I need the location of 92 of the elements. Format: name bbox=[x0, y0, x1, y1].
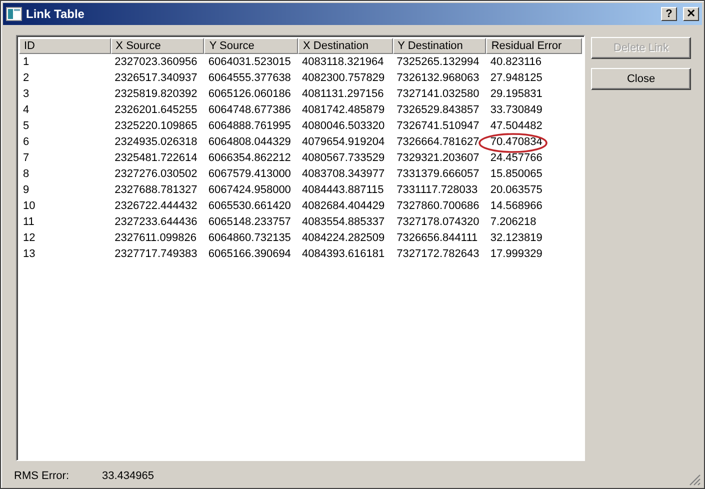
table-cell: 4084224.282509 bbox=[302, 232, 385, 244]
table-cell: 7331379.666057 bbox=[396, 168, 480, 180]
table-cell: 11 bbox=[23, 216, 34, 228]
table-cell: 1 bbox=[23, 56, 30, 68]
table-cell: 4083554.885337 bbox=[302, 216, 385, 228]
table-cell: 6067579.413000 bbox=[208, 168, 291, 180]
table-cell: 6065166.390694 bbox=[208, 248, 291, 260]
table-cell: 7329321.203607 bbox=[396, 152, 480, 164]
table-cell: 7327172.782643 bbox=[396, 248, 480, 260]
column-header[interactable]: Y Source bbox=[204, 38, 298, 54]
table-cell: 4081131.297156 bbox=[302, 88, 384, 100]
rms-error-label: RMS Error: bbox=[14, 470, 70, 482]
table-cell: 13 bbox=[23, 248, 36, 260]
table-cell: 6065148.233757 bbox=[208, 216, 291, 228]
table-cell: 6064888.761995 bbox=[208, 120, 291, 132]
table-cell: 7327860.700686 bbox=[396, 200, 480, 212]
table-cell: 47.504482 bbox=[490, 120, 542, 132]
table-cell: 32.123819 bbox=[490, 232, 542, 244]
table-cell: 4084393.616181 bbox=[302, 248, 385, 260]
table-cell: 7.206218 bbox=[490, 216, 536, 228]
table-cell: 14.568966 bbox=[490, 200, 542, 212]
column-header[interactable]: X Destination bbox=[298, 38, 393, 54]
table-cell: 7326656.844111 bbox=[396, 232, 478, 244]
table-cell: 6065530.661420 bbox=[208, 200, 291, 212]
table-cell: 7327178.074320 bbox=[396, 216, 480, 228]
table-cell: 2326201.645255 bbox=[114, 104, 198, 116]
table-cell: 4083708.343977 bbox=[302, 168, 385, 180]
close-button[interactable]: ✕ bbox=[683, 7, 699, 21]
table-cell: 7326741.510947 bbox=[396, 120, 480, 132]
table-cell: 2327276.030502 bbox=[114, 168, 198, 180]
table-cell: 2325481.722614 bbox=[114, 152, 198, 164]
table-cell: 4079654.919204 bbox=[302, 136, 385, 148]
column-header[interactable]: Residual Error bbox=[486, 38, 582, 54]
table-cell: 6064808.044329 bbox=[208, 136, 291, 148]
table-cell: 7 bbox=[23, 152, 30, 164]
table-cell: 7325265.132994 bbox=[396, 56, 480, 68]
table-cell: 4081742.485879 bbox=[302, 104, 385, 116]
window-title: Link Table bbox=[26, 7, 84, 21]
column-header[interactable]: ID bbox=[19, 38, 111, 54]
table-cell: 40.823116 bbox=[490, 56, 542, 68]
table-cell: 24.457766 bbox=[490, 152, 542, 164]
window-icon bbox=[6, 7, 22, 21]
table-cell: 9 bbox=[23, 184, 30, 196]
column-header[interactable]: Y Destination bbox=[392, 38, 486, 54]
table-cell: 4083118.321964 bbox=[302, 56, 384, 68]
table-cell: 2327023.360956 bbox=[114, 56, 198, 68]
table-cell: 27.948125 bbox=[490, 72, 542, 84]
table-cell: 33.730849 bbox=[490, 104, 542, 116]
table-cell: 7331117.728033 bbox=[396, 184, 478, 196]
table-cell: 4080567.733529 bbox=[302, 152, 385, 164]
table-cell: 6 bbox=[23, 136, 30, 148]
table-cell: 6064555.377638 bbox=[208, 72, 291, 84]
table-cell: 12 bbox=[23, 232, 36, 244]
table-cell: 7326529.843857 bbox=[396, 104, 480, 116]
table-cell: 29.195831 bbox=[490, 88, 542, 100]
table-cell: 2326722.444432 bbox=[114, 200, 198, 212]
help-button[interactable]: ? bbox=[661, 7, 677, 21]
table-cell: 2326517.340937 bbox=[114, 72, 198, 84]
table-cell: 7326664.781627 bbox=[396, 136, 480, 148]
table-cell: 2324935.026318 bbox=[114, 136, 198, 148]
table-cell: 6064748.677386 bbox=[208, 104, 291, 116]
table-cell: 7326132.968063 bbox=[396, 72, 480, 84]
table-cell: 4080046.503320 bbox=[302, 120, 385, 132]
table-cell: 4084443.887115 bbox=[302, 184, 384, 196]
resize-grip-icon bbox=[689, 474, 701, 486]
table-cell: 20.063575 bbox=[490, 184, 542, 196]
table-cell: 15.850065 bbox=[490, 168, 542, 180]
table-cell: 4082300.757829 bbox=[302, 72, 385, 84]
column-header[interactable]: X Source bbox=[110, 38, 204, 54]
table-cell: 6064860.732135 bbox=[208, 232, 291, 244]
table-cell: 8 bbox=[23, 168, 30, 180]
table-cell: 2327611.099826 bbox=[114, 232, 196, 244]
table-cell: 6064031.523015 bbox=[208, 56, 291, 68]
table-cell: 7327141.032580 bbox=[396, 88, 480, 100]
table-cell: 70.470834 bbox=[490, 136, 542, 148]
table-cell: 2327233.644436 bbox=[114, 216, 198, 228]
dialog-button[interactable]: Close bbox=[591, 68, 691, 90]
table-cell: 6065126.060186 bbox=[208, 88, 291, 100]
table-cell: 2327717.749383 bbox=[114, 248, 198, 260]
table-cell: 2325819.820392 bbox=[114, 88, 198, 100]
table-cell: 2327688.781327 bbox=[114, 184, 198, 196]
table-cell: 2325220.109865 bbox=[114, 120, 198, 132]
table-cell: 5 bbox=[23, 120, 30, 132]
rms-error-value: 33.434965 bbox=[102, 470, 154, 482]
table-cell: 6066354.862212 bbox=[208, 152, 291, 164]
table-cell: 2 bbox=[23, 72, 30, 84]
table-cell: 6067424.958000 bbox=[208, 184, 291, 196]
table-cell: 10 bbox=[23, 200, 36, 212]
table-cell: 17.999329 bbox=[490, 248, 542, 260]
table-cell: 3 bbox=[23, 88, 30, 100]
table-cell: 4 bbox=[23, 104, 30, 116]
table-cell: 4082684.404429 bbox=[302, 200, 385, 212]
